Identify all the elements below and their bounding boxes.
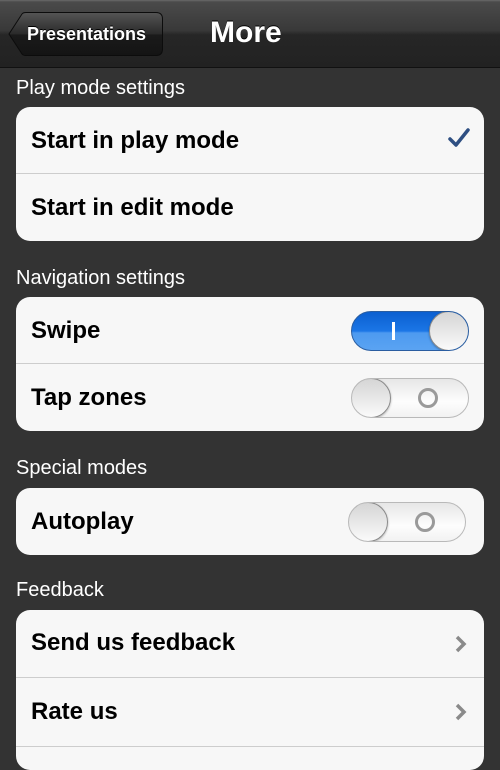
back-button[interactable]: Presentations bbox=[8, 12, 163, 56]
toggle-off-glyph bbox=[418, 388, 438, 408]
row-label: Autoplay bbox=[31, 508, 134, 535]
row-start-in-play-mode[interactable]: Start in play mode bbox=[16, 107, 484, 174]
row-send-feedback[interactable]: Send us feedback bbox=[16, 610, 484, 678]
row-tap-zones: Tap zones bbox=[16, 364, 484, 431]
row-swipe: Swipe bbox=[16, 297, 484, 364]
section-header-navigation: Navigation settings bbox=[16, 267, 185, 289]
row-label: Tap zones bbox=[31, 384, 147, 411]
chevron-right-icon bbox=[455, 635, 467, 653]
row-autoplay: Autoplay bbox=[16, 488, 484, 555]
play-mode-group: Start in play mode Start in edit mode bbox=[16, 107, 484, 241]
toggle-off-glyph bbox=[415, 512, 435, 532]
row-label: Start in edit mode bbox=[31, 194, 234, 221]
toggle-on-glyph bbox=[392, 322, 395, 340]
section-header-special-modes: Special modes bbox=[16, 457, 148, 479]
section-header-feedback: Feedback bbox=[16, 579, 104, 601]
row-label: Rate us bbox=[31, 698, 118, 725]
feedback-group: Send us feedback Rate us bbox=[16, 610, 484, 770]
swipe-toggle[interactable] bbox=[351, 311, 469, 351]
row-label: Swipe bbox=[31, 317, 101, 344]
checkmark-icon bbox=[448, 128, 470, 147]
autoplay-toggle[interactable] bbox=[348, 502, 466, 542]
row-rate-us[interactable]: Rate us bbox=[16, 678, 484, 747]
toggle-knob[interactable] bbox=[349, 503, 388, 541]
row-label: Start in play mode bbox=[31, 127, 240, 154]
back-button-label: Presentations bbox=[27, 24, 147, 44]
row-start-in-edit-mode[interactable]: Start in edit mode bbox=[16, 174, 484, 241]
chevron-right-icon bbox=[455, 703, 467, 721]
special-modes-group: Autoplay bbox=[16, 488, 484, 555]
toggle-knob[interactable] bbox=[352, 379, 391, 417]
navigation-group: Swipe Tap zones bbox=[16, 297, 484, 431]
tap-zones-toggle[interactable] bbox=[351, 378, 469, 418]
section-header-play-mode: Play mode settings bbox=[16, 77, 185, 99]
navigation-bar: Presentations More bbox=[0, 0, 500, 68]
page-title: More bbox=[210, 16, 282, 49]
toggle-knob[interactable] bbox=[429, 312, 468, 350]
row-label: Send us feedback bbox=[31, 629, 236, 656]
